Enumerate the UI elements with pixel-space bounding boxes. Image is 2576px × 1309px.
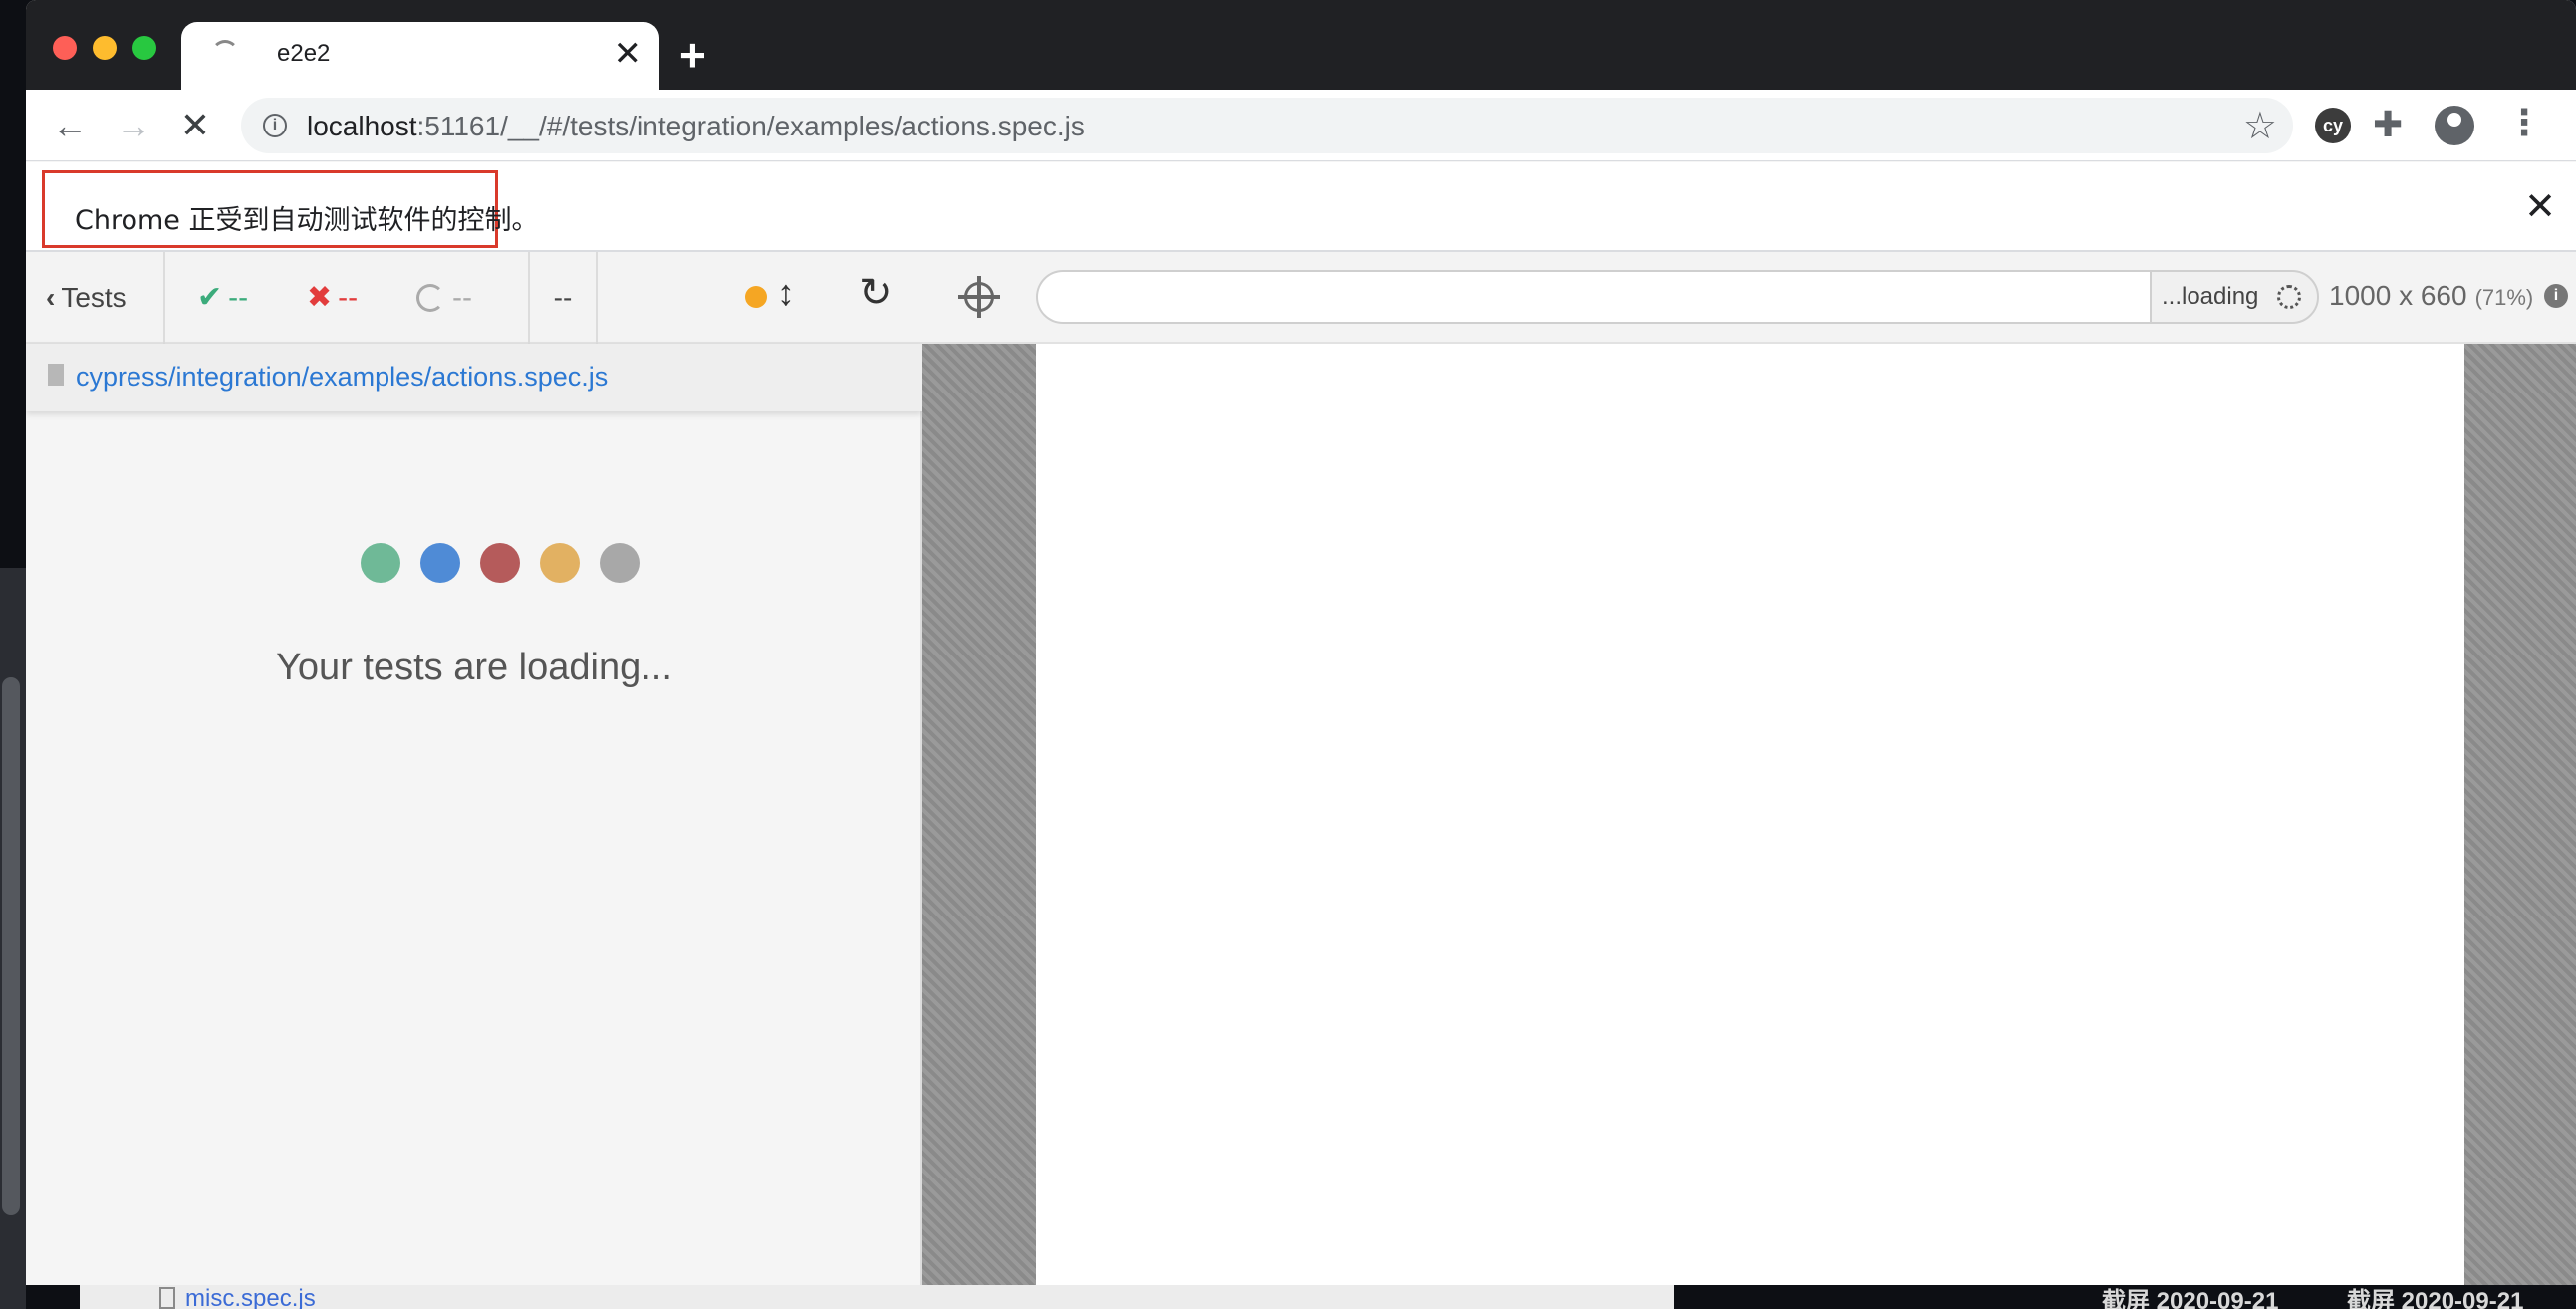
viewport-size: 1000 x 660 (71%) xyxy=(2329,280,2534,311)
chevron-left-icon: ‹ xyxy=(46,282,56,313)
extensions-puzzle-icon[interactable]: ✚ xyxy=(2373,104,2403,145)
finder-file-item[interactable]: misc.spec.js xyxy=(159,1285,316,1309)
browser-window: e2e2 ✕ + ← → ✕ i localhost:51161/__/#/te… xyxy=(26,0,2576,1285)
tests-button-label: Tests xyxy=(61,282,127,313)
automation-message: Chrome 正受到自动测试软件的控制。 xyxy=(75,205,539,236)
aut-iframe[interactable] xyxy=(1036,344,2464,1285)
failed-count: ✖ -- xyxy=(307,281,359,314)
infobar-close-icon[interactable]: ✕ xyxy=(2524,184,2556,229)
selector-playground-icon[interactable] xyxy=(958,276,1000,318)
cypress-extension-icon[interactable]: cy xyxy=(2315,108,2351,143)
address-bar-url[interactable]: localhost:51161/__/#/tests/integration/e… xyxy=(307,111,1085,142)
app-under-test-panel: ...loading 1000 x 660 (71%) i xyxy=(922,252,2576,1285)
aut-header: ...loading 1000 x 660 (71%) i xyxy=(922,252,2576,344)
bookmark-star-icon[interactable]: ☆ xyxy=(2243,104,2277,148)
desktop-side-panel xyxy=(0,568,26,1309)
tab-loading-icon xyxy=(211,40,239,68)
loading-dot xyxy=(600,543,640,583)
finder-file-name: misc.spec.js xyxy=(185,1285,316,1309)
duration-display: -- xyxy=(528,252,598,344)
aut-loading-indicator: ...loading xyxy=(2150,270,2319,324)
check-icon: ✔ xyxy=(197,281,223,314)
cross-icon: ✖ xyxy=(307,281,333,314)
passed-count: ✔ -- xyxy=(197,281,249,314)
reporter-header: ‹ Tests ✔ -- ✖ -- -- -- ↕ ↻ xyxy=(26,252,922,344)
tab-strip: e2e2 ✕ + xyxy=(26,0,2576,90)
loading-dot xyxy=(420,543,460,583)
automation-infobar: Chrome 正受到自动测试软件的控制。 ✕ xyxy=(26,162,2576,252)
loading-dot xyxy=(540,543,580,583)
forward-arrow-icon[interactable]: → xyxy=(110,102,157,149)
site-info-icon[interactable]: i xyxy=(263,114,287,137)
tests-button[interactable]: ‹ Tests xyxy=(26,252,165,344)
stop-loading-icon[interactable]: ✕ xyxy=(171,102,219,149)
browser-toolbar: ← → ✕ i localhost:51161/__/#/tests/integ… xyxy=(26,90,2576,161)
rerun-tests-icon[interactable]: ↻ xyxy=(859,270,893,316)
pending-ring-icon xyxy=(416,284,444,312)
address-bar[interactable]: i localhost:51161/__/#/tests/integration… xyxy=(241,98,2293,153)
aut-url-field[interactable] xyxy=(1036,270,2285,324)
file-icon xyxy=(48,364,64,386)
tab-close-icon[interactable]: ✕ xyxy=(614,34,643,74)
new-tab-button[interactable]: + xyxy=(679,30,706,80)
desktop-scrollbar[interactable] xyxy=(2,677,20,1215)
close-window-button[interactable] xyxy=(53,36,77,60)
minimize-window-button[interactable] xyxy=(93,36,117,60)
viewport-info-icon[interactable]: i xyxy=(2544,284,2568,308)
loading-spinner-icon xyxy=(2277,285,2301,309)
desktop-screenshot-label[interactable]: 截屏 2020-09-21 xyxy=(2102,1281,2278,1309)
pending-count: -- xyxy=(416,282,472,314)
spec-file-bar: cypress/integration/examples/actions.spe… xyxy=(26,344,922,411)
profile-avatar-icon[interactable] xyxy=(2435,106,2474,145)
maximize-window-button[interactable] xyxy=(132,36,156,60)
cypress-reporter: ‹ Tests ✔ -- ✖ -- -- -- ↕ ↻ cypress/integra… xyxy=(26,252,922,1285)
browser-menu-icon[interactable]: ⋮ xyxy=(2506,102,2542,143)
spec-file-link[interactable]: cypress/integration/examples/actions.spe… xyxy=(76,362,608,393)
loading-message: Your tests are loading... xyxy=(276,647,672,688)
running-status-dot xyxy=(745,286,767,308)
auto-scroll-toggle-icon[interactable]: ↕ xyxy=(777,272,795,314)
file-icon xyxy=(159,1287,175,1309)
tab-e2e2[interactable]: e2e2 ✕ xyxy=(181,22,659,90)
back-arrow-icon[interactable]: ← xyxy=(46,102,94,149)
desktop-screenshot-label[interactable]: 截屏 2020-09-21 xyxy=(2347,1281,2523,1309)
desktop-finder-window: misc.spec.js xyxy=(80,1283,1674,1309)
loading-dot xyxy=(361,543,400,583)
tab-title: e2e2 xyxy=(277,40,331,67)
automation-message-highlight: Chrome 正受到自动测试软件的控制。 xyxy=(42,170,539,248)
loading-dot xyxy=(480,543,520,583)
